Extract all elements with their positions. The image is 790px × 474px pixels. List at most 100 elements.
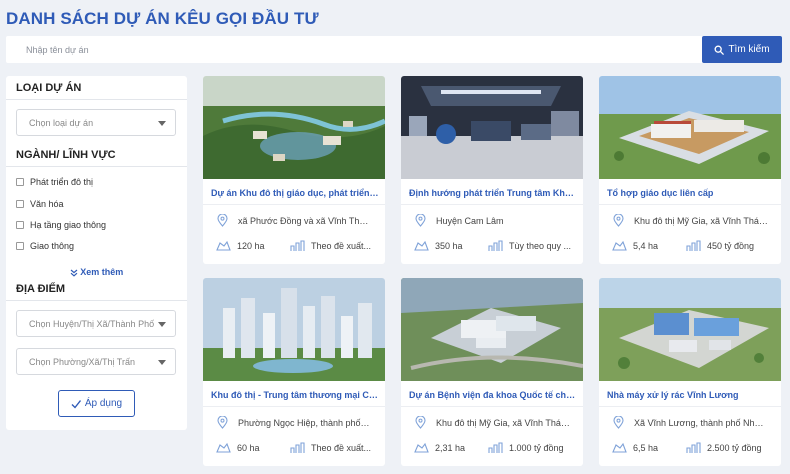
map-pin-icon xyxy=(613,214,624,227)
divider xyxy=(401,406,583,407)
project-image[interactable] xyxy=(203,278,385,381)
see-more-label: Xem thêm xyxy=(80,267,124,277)
investment-icon xyxy=(686,240,701,251)
project-title[interactable]: Định hướng phát triển Trung tâm Khoa họ.… xyxy=(409,188,577,198)
location-text: Khu đô thị Mỹ Gia, xã Vĩnh Thái,... xyxy=(634,215,768,226)
project-investment: 450 tỷ đồng xyxy=(686,240,754,252)
search-button-label: Tìm kiếm xyxy=(728,44,770,55)
divider xyxy=(6,166,187,167)
divider xyxy=(6,300,187,301)
project-card[interactable]: Định hướng phát triển Trung tâm Khoa họ.… xyxy=(401,76,583,264)
search-icon xyxy=(714,45,725,55)
map-pin-icon xyxy=(217,214,228,227)
investment-text: Theo đề xuất... xyxy=(311,241,372,251)
project-card[interactable]: Nhà máy xử lý rác Vĩnh Lương Xã Vĩnh Lươ… xyxy=(599,278,781,466)
search-button[interactable]: Tìm kiếm xyxy=(702,36,782,63)
project-area: 120 ha xyxy=(216,240,265,251)
location-heading: ĐỊA ĐIỂM xyxy=(16,283,66,295)
sector-option-culture[interactable]: Văn hóa xyxy=(16,199,64,209)
divider xyxy=(599,406,781,407)
sector-option-transport[interactable]: Giao thông xyxy=(16,241,74,251)
land-area-icon xyxy=(216,240,231,251)
double-chevron-down-icon xyxy=(70,269,78,277)
investment-text: Theo đề xuất... xyxy=(311,443,372,453)
investment-icon xyxy=(290,442,305,453)
project-title[interactable]: Dự án Bệnh viện đa khoa Quốc tế chất... xyxy=(409,390,577,400)
project-card[interactable]: Dự án Khu đô thị giáo dục, phát triển cô… xyxy=(203,76,385,264)
location-text: Huyện Cam Lâm xyxy=(436,215,504,226)
area-text: 350 ha xyxy=(435,240,463,251)
district-select[interactable]: Chọn Huyện/Thị Xã/Thành Phố xyxy=(16,310,176,337)
divider xyxy=(599,204,781,205)
checkbox[interactable] xyxy=(16,242,24,250)
project-type-select[interactable]: Chọn loại dự án xyxy=(16,109,176,136)
project-image[interactable] xyxy=(599,278,781,381)
apply-button-label: Áp dụng xyxy=(84,398,123,409)
check-icon xyxy=(71,399,81,409)
area-text: 120 ha xyxy=(237,240,265,251)
area-text: 2,31 ha xyxy=(435,442,466,453)
project-investment: 2.500 tỷ đồng xyxy=(686,442,762,454)
investment-icon xyxy=(686,442,701,453)
apply-button[interactable]: Áp dụng xyxy=(58,390,135,417)
divider xyxy=(203,204,385,205)
project-area: 5,4 ha xyxy=(612,240,658,251)
project-type-select-label: Chọn loại dự án xyxy=(29,117,94,128)
project-location: Xã Vĩnh Lương, thành phố Nha,... xyxy=(613,416,768,429)
project-location: xã Phước Đồng và xã Vĩnh Thái,... xyxy=(217,214,372,227)
investment-icon xyxy=(290,240,305,251)
chevron-down-icon xyxy=(158,121,166,126)
sector-option-transport-infrastructure[interactable]: Hạ tầng giao thông xyxy=(16,220,106,230)
project-location: Khu đô thị Mỹ Gia, xã Vĩnh Thái,... xyxy=(613,214,768,227)
map-pin-icon xyxy=(415,214,426,227)
project-investment: Tùy theo quy ... xyxy=(488,240,571,252)
project-area: 60 ha xyxy=(216,442,260,453)
project-card[interactable]: Khu đô thị - Trung tâm thương mại Côn...… xyxy=(203,278,385,466)
project-title[interactable]: Dự án Khu đô thị giáo dục, phát triển cô… xyxy=(211,188,379,198)
investment-icon xyxy=(488,442,503,453)
divider xyxy=(6,99,187,100)
project-card[interactable]: Tổ hợp giáo dục liên cấp Khu đô thị Mỹ G… xyxy=(599,76,781,264)
location-text: Khu đô thị Mỹ Gia, xã Vĩnh Thái,... xyxy=(436,417,570,428)
chevron-down-icon xyxy=(158,322,166,327)
location-text: xã Phước Đồng và xã Vĩnh Thái,... xyxy=(238,215,372,226)
checkbox[interactable] xyxy=(16,221,24,229)
project-location: Huyện Cam Lâm xyxy=(415,214,504,227)
page-title: DANH SÁCH DỰ ÁN KÊU GỌI ĐẦU TƯ xyxy=(6,9,319,28)
filter-sidebar: LOẠI DỰ ÁN Chọn loại dự án NGÀNH/ LĨNH V… xyxy=(6,76,187,430)
project-title[interactable]: Nhà máy xử lý rác Vĩnh Lương xyxy=(607,390,775,400)
see-more-link[interactable]: Xem thêm xyxy=(6,267,187,277)
checkbox[interactable] xyxy=(16,178,24,186)
sector-option-urban-development[interactable]: Phát triển đô thị xyxy=(16,177,93,187)
sector-option-label: Giao thông xyxy=(30,241,75,251)
sector-option-label: Hạ tầng giao thông xyxy=(30,220,107,230)
project-image[interactable] xyxy=(203,76,385,179)
project-image[interactable] xyxy=(599,76,781,179)
project-investment: 1.000 tỷ đồng xyxy=(488,442,564,454)
area-text: 6,5 ha xyxy=(633,442,659,453)
project-image[interactable] xyxy=(401,278,583,381)
project-investment: Theo đề xuất... xyxy=(290,442,371,454)
chevron-down-icon xyxy=(158,360,166,365)
location-text: Xã Vĩnh Lương, thành phố Nha,... xyxy=(634,417,768,428)
ward-select[interactable]: Chọn Phường/Xã/Thị Trấn xyxy=(16,348,176,375)
area-text: 5,4 ha xyxy=(633,240,659,251)
checkbox[interactable] xyxy=(16,200,24,208)
sector-option-label: Văn hóa xyxy=(30,199,64,209)
project-investment: Theo đề xuất... xyxy=(290,240,371,252)
investment-text: 2.500 tỷ đồng xyxy=(707,443,762,453)
search-input[interactable] xyxy=(6,36,702,63)
investment-text: Tùy theo quy ... xyxy=(509,241,572,251)
project-area: 6,5 ha xyxy=(612,442,658,453)
land-area-icon xyxy=(414,442,429,453)
project-title[interactable]: Tổ hợp giáo dục liên cấp xyxy=(607,188,775,198)
sector-heading: NGÀNH/ LĨNH VỰC xyxy=(16,149,116,161)
sector-option-label: Phát triển đô thị xyxy=(30,177,94,187)
project-card[interactable]: Dự án Bệnh viện đa khoa Quốc tế chất... … xyxy=(401,278,583,466)
project-title[interactable]: Khu đô thị - Trung tâm thương mại Côn... xyxy=(211,390,379,400)
land-area-icon xyxy=(612,442,627,453)
project-image[interactable] xyxy=(401,76,583,179)
land-area-icon xyxy=(414,240,429,251)
project-type-heading: LOẠI DỰ ÁN xyxy=(16,82,82,94)
land-area-icon xyxy=(216,442,231,453)
